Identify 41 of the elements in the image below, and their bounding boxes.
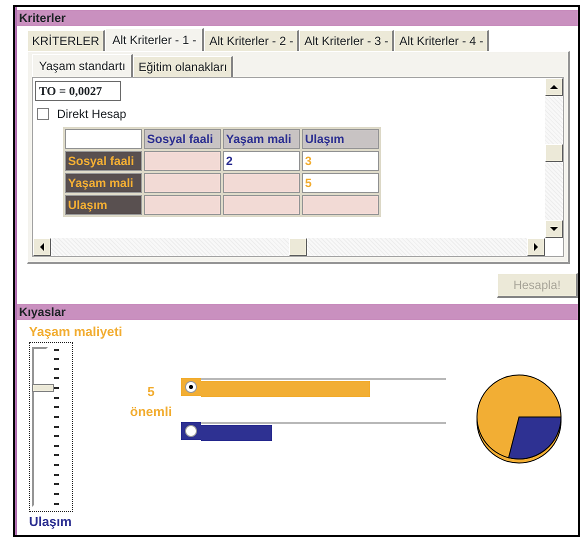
tab[interactable]: KRİTERLER	[27, 30, 106, 51]
column-header: Sosyal faali	[144, 129, 221, 149]
column-header: Ulaşım	[302, 129, 379, 149]
slider-label: Ulaşım	[29, 512, 73, 531]
panel-title: Kıyaslar	[17, 304, 578, 320]
importance-label: önemli	[130, 402, 172, 420]
checkbox[interactable]	[37, 108, 49, 120]
row-header: Sosyal faali	[65, 151, 142, 171]
tab[interactable]: Alt Kriterler - 4 -	[394, 30, 490, 51]
scroll-left-button[interactable]	[33, 238, 51, 256]
radio-button[interactable]	[181, 422, 201, 440]
consistency-value: TO = 0,0027	[35, 81, 121, 101]
checkbox-label: Direkt Hesap	[57, 106, 126, 123]
scrollbar-thumb[interactable]	[545, 144, 563, 162]
row-header: Ulaşım	[65, 195, 142, 215]
caret-icon	[532, 243, 540, 251]
caret-icon	[550, 225, 558, 233]
caret-icon	[38, 243, 46, 251]
importance-value: 5	[147, 383, 155, 401]
scrollbar[interactable]	[33, 238, 545, 256]
slider-thumb[interactable]	[32, 384, 54, 392]
slider-label: Yaşam maliyeti	[29, 323, 122, 341]
tab[interactable]: Alt Kriterler - 1 -	[105, 28, 204, 51]
panel-title: Kriterler	[17, 10, 578, 26]
tab[interactable]: Alt Kriterler - 3 -	[299, 30, 394, 51]
tab[interactable]: Yaşam standartı	[32, 54, 134, 77]
radio-circle[interactable]	[185, 381, 197, 393]
row-header: Yaşam mali	[65, 173, 142, 193]
tab[interactable]: Eğitim olanakları	[133, 56, 234, 77]
tab[interactable]: Alt Kriterler - 2 -	[204, 30, 300, 51]
radio-button[interactable]	[181, 378, 201, 396]
scroll-right-button[interactable]	[527, 238, 545, 256]
table-cell[interactable]: 2	[223, 151, 300, 171]
caret-icon	[550, 83, 558, 91]
scrollbar[interactable]	[545, 78, 563, 238]
radio-circle[interactable]	[185, 425, 197, 437]
column-header: Yaşam mali	[223, 129, 300, 149]
scroll-down-button[interactable]	[545, 220, 563, 238]
slider[interactable]	[29, 342, 73, 512]
scrollbar-thumb[interactable]	[289, 238, 307, 256]
scroll-up-button[interactable]	[545, 78, 563, 96]
